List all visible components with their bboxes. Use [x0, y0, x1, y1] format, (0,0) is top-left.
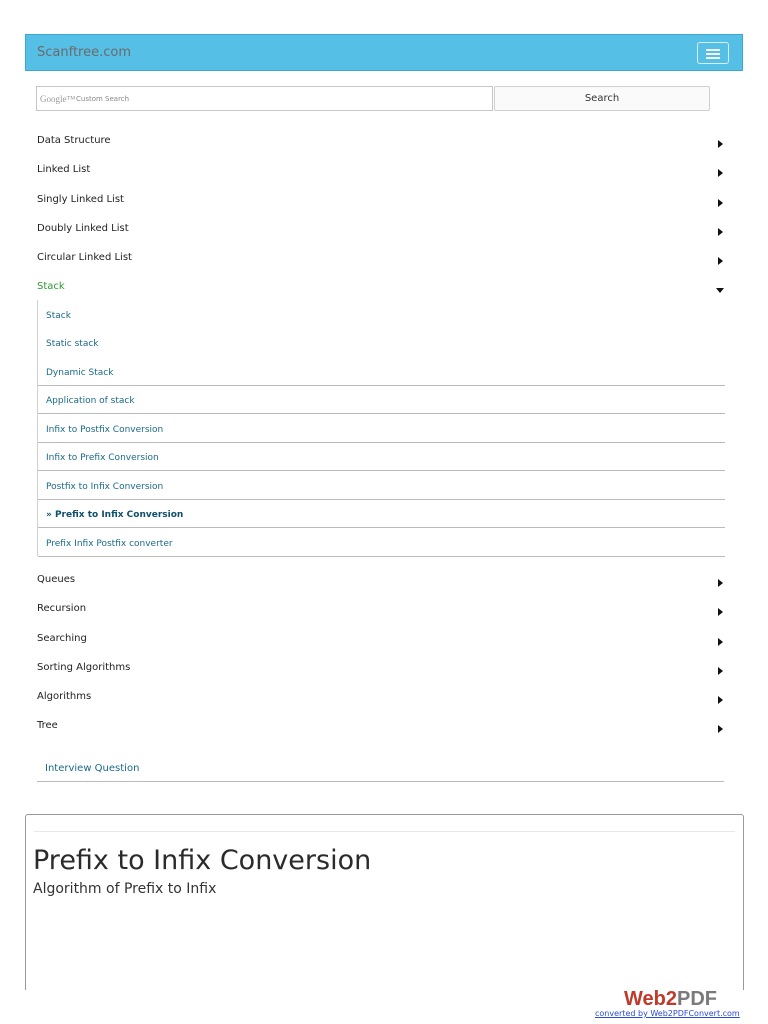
- submenu-item-label: Infix to Postfix Conversion: [46, 425, 164, 435]
- search-input[interactable]: Google™ Custom Search: [36, 86, 493, 111]
- caret-right-icon: [718, 579, 723, 587]
- menu-item-singly-linked-list[interactable]: Singly Linked List: [37, 194, 727, 214]
- interview-question-link[interactable]: Interview Question: [37, 757, 724, 782]
- menu-item-searching[interactable]: Searching: [37, 633, 727, 653]
- menu-item-label: Tree: [37, 720, 58, 731]
- menu-item-label: Linked List: [37, 164, 91, 175]
- submenu-item[interactable]: Stack: [38, 300, 725, 328]
- submenu-item-label: Static stack: [46, 339, 99, 349]
- interview-question-label: Interview Question: [45, 763, 140, 774]
- menu-item-circular-linked-list[interactable]: Circular Linked List: [37, 252, 727, 272]
- brand-link[interactable]: Scanftree.com: [37, 45, 131, 60]
- web2pdf-logo: Web2PDF: [624, 988, 717, 1011]
- submenu-item[interactable]: Postfix to Infix Conversion: [38, 471, 725, 500]
- caret-right-icon: [718, 169, 723, 177]
- menu-item-data-structure[interactable]: Data Structure: [37, 135, 727, 155]
- caret-down-icon: [716, 288, 724, 293]
- menu-item-tree[interactable]: Tree: [37, 720, 727, 740]
- submenu-item-label: Dynamic Stack: [46, 368, 114, 378]
- divider: [34, 831, 735, 832]
- submenu-item-label: Prefix Infix Postfix converter: [46, 539, 173, 549]
- menu-item-label: Algorithms: [37, 691, 92, 702]
- menu-item-label: Data Structure: [37, 135, 111, 146]
- submenu-item-label: » Prefix to Infix Conversion: [46, 510, 184, 520]
- menu-item-algorithms[interactable]: Algorithms: [37, 691, 727, 711]
- submenu-item-label: Stack: [46, 311, 71, 321]
- submenu-item[interactable]: Infix to Postfix Conversion: [38, 414, 725, 443]
- page-subtitle: Algorithm of Prefix to Infix: [33, 881, 217, 897]
- menu-item-doubly-linked-list[interactable]: Doubly Linked List: [37, 223, 727, 243]
- menu-item-label: Singly Linked List: [37, 194, 124, 205]
- caret-right-icon: [718, 199, 723, 207]
- caret-right-icon: [718, 696, 723, 704]
- menu-item-linked-list[interactable]: Linked List: [37, 164, 727, 184]
- google-logo: Google™: [40, 94, 76, 104]
- caret-right-icon: [718, 667, 723, 675]
- caret-right-icon: [718, 725, 723, 733]
- caret-right-icon: [718, 228, 723, 236]
- menu-item-label: Queues: [37, 574, 76, 585]
- menu-item-recursion[interactable]: Recursion: [37, 603, 727, 623]
- menu-item-label: Circular Linked List: [37, 252, 132, 263]
- submenu-item-label: Infix to Prefix Conversion: [46, 453, 159, 463]
- caret-right-icon: [718, 257, 723, 265]
- submenu-item-label: Postfix to Infix Conversion: [46, 482, 164, 492]
- caret-right-icon: [718, 608, 723, 616]
- submenu-item-current[interactable]: » Prefix to Infix Conversion: [38, 499, 725, 528]
- converted-by-link[interactable]: converted by Web2PDFConvert.com: [595, 1009, 740, 1018]
- menu-item-label: Doubly Linked List: [37, 223, 129, 234]
- menu-item-label: Recursion: [37, 603, 87, 614]
- navbar: Scanftree.com: [25, 34, 743, 71]
- content-card: Prefix to Infix Conversion Algorithm of …: [25, 814, 744, 1004]
- search-placeholder: Custom Search: [76, 95, 130, 103]
- logo-web: Web2: [624, 988, 677, 1010]
- menu-item-label: Sorting Algorithms: [37, 662, 131, 673]
- submenu-item[interactable]: Dynamic Stack: [38, 357, 725, 386]
- menu-item-stack[interactable]: Stack: [37, 281, 727, 301]
- menu-item-queues[interactable]: Queues: [37, 574, 727, 594]
- menu-item-sorting-algorithms[interactable]: Sorting Algorithms: [37, 662, 727, 682]
- hamburger-icon[interactable]: [697, 42, 729, 64]
- caret-right-icon: [718, 140, 723, 148]
- submenu-item[interactable]: Static stack: [38, 328, 725, 356]
- submenu-item[interactable]: Infix to Prefix Conversion: [38, 442, 725, 471]
- search-button[interactable]: Search: [494, 86, 710, 111]
- stack-submenu: Stack Static stack Dynamic Stack Applica…: [37, 300, 725, 557]
- caret-right-icon: [718, 638, 723, 646]
- logo-pdf: PDF: [676, 988, 717, 1010]
- menu-item-label: Searching: [37, 633, 87, 644]
- submenu-item[interactable]: Application of stack: [38, 385, 725, 414]
- submenu-item[interactable]: Prefix Infix Postfix converter: [38, 528, 725, 557]
- menu-item-label: Stack: [37, 281, 65, 292]
- page-title: Prefix to Infix Conversion: [33, 845, 372, 876]
- submenu-item-label: Application of stack: [46, 396, 135, 406]
